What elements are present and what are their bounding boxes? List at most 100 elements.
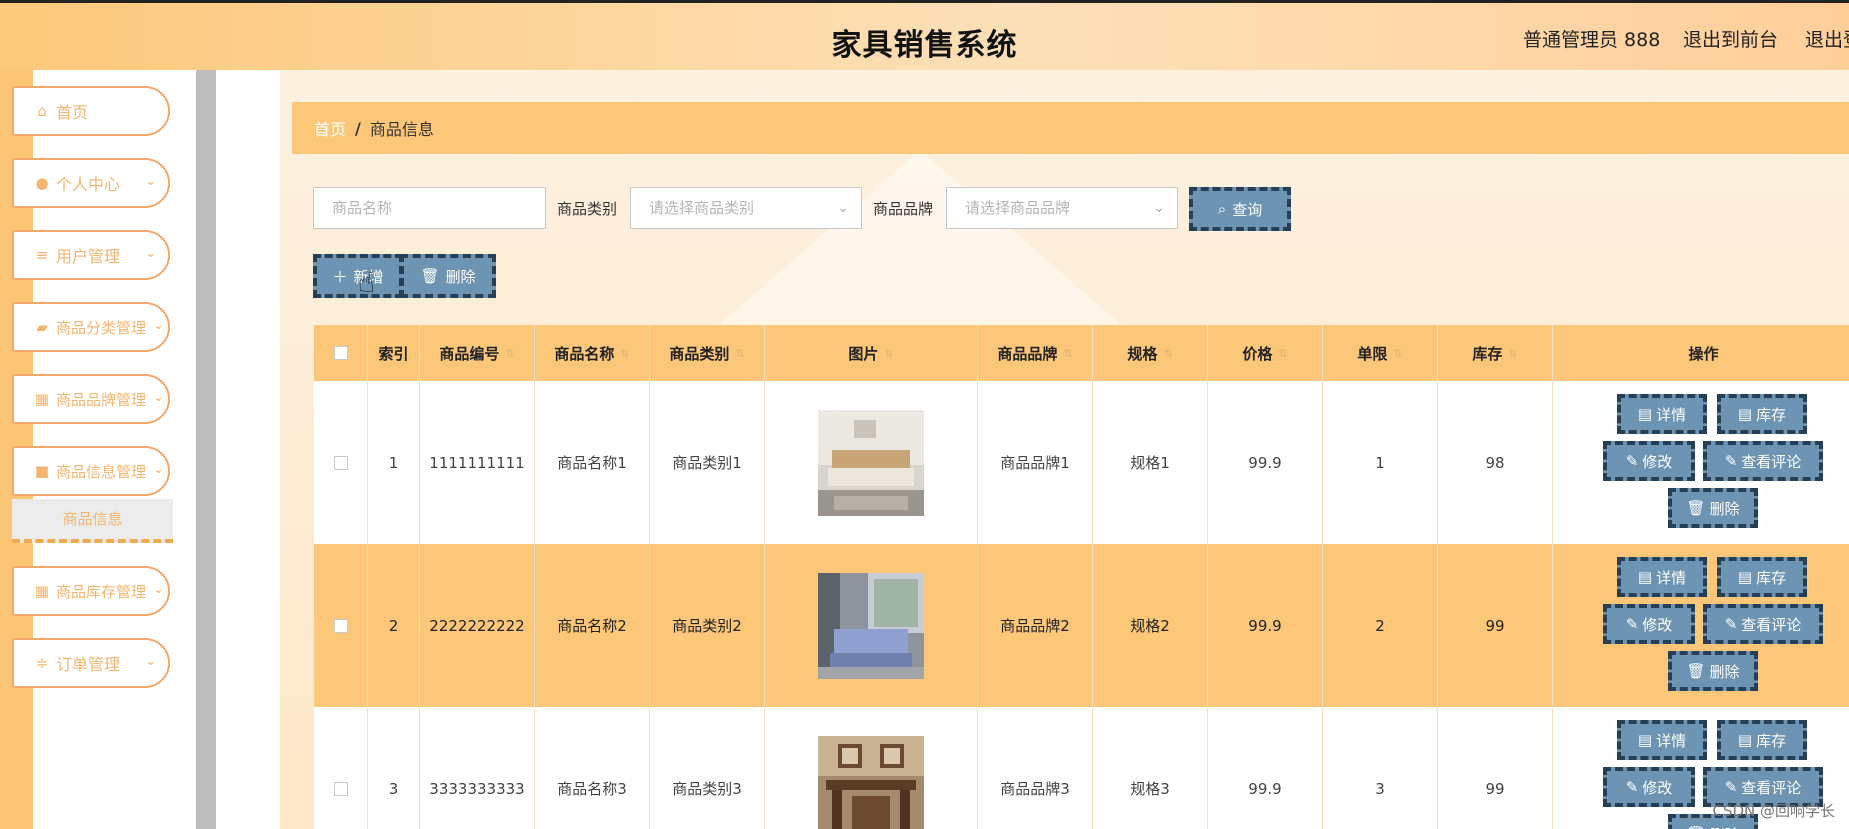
cell-limit: 3 <box>1323 707 1438 829</box>
cell-spec: 规格3 <box>1093 707 1208 829</box>
trash-icon: 🗑 <box>1686 825 1705 829</box>
sidebar-item-label: 商品库存管理 <box>56 582 147 601</box>
chevron-down-icon: ⌄ <box>153 462 164 477</box>
table-row: 2 2222222222 商品名称2 商品类别2 商品品牌2 规格2 99.9 … <box>314 544 1849 707</box>
delete-button[interactable]: 🗑删除 <box>1668 651 1758 691</box>
sidebar-item-label: 用户管理 <box>56 247 121 266</box>
chevron-down-icon: ⌄ <box>145 654 156 669</box>
table-header: 索引 商品编号 ⇅ 商品名称 ⇅ 商品类别 ⇅ 图片 ⇅ 商品品牌 ⇅ 规格 ⇅ 价格 ⇅ 单… <box>314 325 1849 381</box>
pencil-icon: ✎ <box>1724 452 1738 470</box>
sidebar-item-brand[interactable]: ▦ 商品品牌管理 ⌄ <box>12 374 170 424</box>
detail-button[interactable]: ▤ 详情 <box>1617 394 1707 434</box>
cell-price: 99.9 <box>1208 707 1323 829</box>
watermark: CSDN @回响学长 <box>1712 802 1835 820</box>
col-price[interactable]: 价格 ⇅ <box>1208 325 1323 381</box>
cell-code: 1111111111 <box>420 381 535 544</box>
batch-delete-button[interactable]: 🗑 删除 <box>400 254 496 298</box>
sliders-icon: ≑ <box>35 654 49 672</box>
edit-label: 修改 <box>1642 615 1673 634</box>
stock-button[interactable]: ▤ 库存 <box>1717 394 1807 434</box>
user-label: 普通管理员 888 <box>1523 29 1661 51</box>
stock-button[interactable]: ▤ 库存 <box>1717 720 1807 760</box>
sidebar-scrollbar[interactable] <box>196 70 216 829</box>
sidebar-gap <box>216 70 280 829</box>
cell-image <box>765 381 978 544</box>
frontend-link[interactable]: 退出到前台 <box>1683 25 1778 52</box>
cell-name: 商品名称1 <box>535 381 650 544</box>
logout-link[interactable]: 退出登 <box>1805 25 1849 52</box>
chevron-down-icon: ⌄ <box>153 582 164 597</box>
sidebar-item-label: 个人中心 <box>56 175 121 194</box>
row-checkbox[interactable] <box>333 618 348 633</box>
col-index[interactable]: 索引 <box>368 325 420 381</box>
cell-stock: 99 <box>1438 544 1553 707</box>
select-all-cell <box>314 325 368 381</box>
document-icon: ▤ <box>1737 405 1753 423</box>
row-checkbox[interactable] <box>333 781 348 796</box>
edit-button[interactable]: ✎ 修改 <box>1603 604 1695 644</box>
col-category[interactable]: 商品类别 ⇅ <box>650 325 765 381</box>
cell-name: 商品名称2 <box>535 544 650 707</box>
batch-delete-label: 删除 <box>445 267 476 286</box>
bedroom-photo-image[interactable] <box>818 572 924 679</box>
col-code[interactable]: 商品编号 ⇅ <box>420 325 535 381</box>
cell-code: 3333333333 <box>420 707 535 829</box>
chevron-down-icon: ⌄ <box>153 318 164 333</box>
sidebar-item-label: 订单管理 <box>56 655 121 674</box>
stock-label: 库存 <box>1756 405 1787 424</box>
col-image[interactable]: 图片 ⇅ <box>765 325 978 381</box>
col-name[interactable]: 商品名称 ⇅ <box>535 325 650 381</box>
detail-label: 详情 <box>1656 568 1687 587</box>
trash-icon: 🗑 <box>1686 662 1706 680</box>
sidebar-item-users[interactable]: ≡ 用户管理 ⌄ <box>12 230 170 280</box>
sort-icon: ⇅ <box>1163 346 1173 360</box>
col-spec[interactable]: 规格 ⇅ <box>1093 325 1208 381</box>
pencil-icon: ✎ <box>1625 778 1639 796</box>
cell-category: 商品类别3 <box>650 707 765 829</box>
sidebar-item-orders[interactable]: ≑ 订单管理 ⌄ <box>12 638 170 688</box>
sidebar-item-stock[interactable]: ▦ 商品库存管理 ⌄ <box>12 566 170 616</box>
cell-index: 1 <box>368 381 420 544</box>
document-icon: ▤ <box>1637 405 1653 423</box>
edit-button[interactable]: ✎ 修改 <box>1603 441 1695 481</box>
cell-limit: 1 <box>1323 381 1438 544</box>
pencil-icon: ✎ <box>1625 452 1639 470</box>
col-stock[interactable]: 库存 ⇅ <box>1438 325 1553 381</box>
bed-photo-image[interactable] <box>818 409 924 516</box>
cell-price: 99.9 <box>1208 381 1323 544</box>
sidebar-item-goods[interactable]: ■ 商品信息管理 ⌄ <box>12 446 170 496</box>
wooden-furniture-photo-image[interactable] <box>818 735 924 829</box>
submenu-item-goods-info[interactable]: 商品信息 <box>12 499 173 543</box>
sidebar-item-category[interactable]: ▰ 商品分类管理 ⌄ <box>12 302 170 352</box>
sort-icon: ⇅ <box>505 346 515 360</box>
brand-select[interactable]: 请选择商品品牌 ⌄ <box>946 187 1178 229</box>
view-comments-button[interactable]: ✎ 查看评论 <box>1703 441 1823 481</box>
detail-button[interactable]: ▤ 详情 <box>1617 720 1707 760</box>
view-comments-button[interactable]: ✎ 查看评论 <box>1703 604 1823 644</box>
edit-button[interactable]: ✎ 修改 <box>1603 767 1695 807</box>
cell-category: 商品类别2 <box>650 544 765 707</box>
sidebar-item-home[interactable]: ⌂ 首页 <box>12 86 170 136</box>
col-actions: 操作 <box>1553 325 1849 381</box>
delete-button[interactable]: 🗑删除 <box>1668 488 1758 528</box>
stock-button[interactable]: ▤ 库存 <box>1717 557 1807 597</box>
breadcrumb-home[interactable]: 首页 <box>314 116 346 140</box>
document-icon: ▤ <box>1637 568 1653 586</box>
col-label: 图片 <box>848 344 879 363</box>
col-label: 索引 <box>378 344 409 363</box>
col-brand[interactable]: 商品品牌 ⇅ <box>978 325 1093 381</box>
sidebar-item-profile[interactable]: ● 个人中心 ⌄ <box>12 158 170 208</box>
cell-category: 商品类别1 <box>650 381 765 544</box>
detail-button[interactable]: ▤ 详情 <box>1617 557 1707 597</box>
row-checkbox[interactable] <box>333 455 348 470</box>
pencil-icon: ✎ <box>1724 615 1738 633</box>
col-limit[interactable]: 单限 ⇅ <box>1323 325 1438 381</box>
plus-icon: ＋ <box>332 267 348 286</box>
goods-name-input[interactable]: 商品名称 <box>313 187 546 229</box>
delete-label: 删除 <box>1709 499 1740 518</box>
chevron-down-icon: ⌄ <box>145 246 156 261</box>
category-select[interactable]: 请选择商品类别 ⌄ <box>630 187 862 229</box>
query-button[interactable]: ⌕ 查询 <box>1189 187 1291 231</box>
detail-label: 详情 <box>1656 731 1687 750</box>
select-all-checkbox[interactable] <box>333 346 348 360</box>
